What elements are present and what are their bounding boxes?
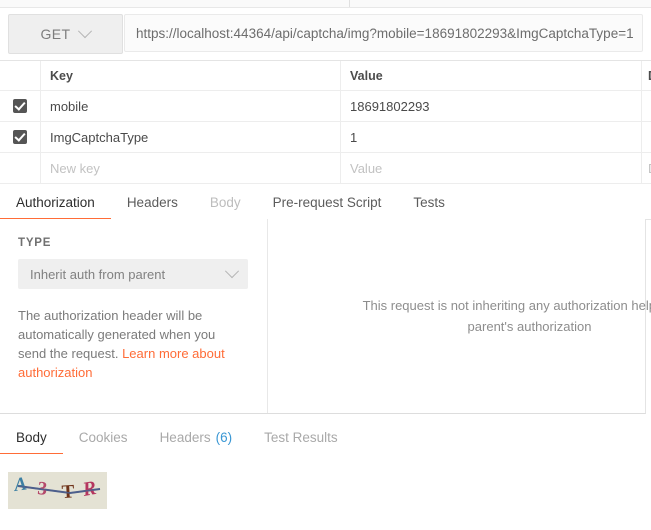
auth-type-dropdown[interactable]: Inherit auth from parent: [18, 259, 248, 289]
header-cell-description: D: [642, 61, 651, 90]
param-enabled-checkbox[interactable]: [13, 99, 27, 113]
param-enabled-checkbox[interactable]: [13, 130, 27, 144]
row-key-cell[interactable]: mobile: [41, 91, 341, 121]
tab-response-headers[interactable]: Headers (6): [144, 421, 249, 454]
auth-type-value: Inherit auth from parent: [30, 266, 166, 282]
row-description-cell[interactable]: [642, 122, 651, 152]
param-key-text: ImgCaptchaType: [50, 129, 149, 145]
auth-inherit-message: This request is not inheriting any autho…: [363, 295, 651, 337]
new-key-input[interactable]: New key: [41, 153, 341, 183]
toolbar-divider: [349, 0, 350, 7]
tab-response-body-label: Body: [16, 430, 47, 445]
auth-help-text: The authorization header will be automat…: [18, 306, 243, 382]
row-key-cell[interactable]: ImgCaptchaType: [41, 122, 341, 152]
header-label-key: Key: [50, 68, 73, 83]
http-method-dropdown[interactable]: GET: [8, 14, 123, 54]
table-row[interactable]: ImgCaptchaType 1: [0, 122, 651, 153]
query-params-table: Key Value D mobile 18691802293 ImgCaptch…: [0, 60, 651, 184]
captcha-image: A 3 T R: [8, 472, 107, 509]
tab-authorization[interactable]: Authorization: [0, 186, 111, 220]
header-label-value: Value: [350, 68, 383, 83]
row-checkbox-cell[interactable]: [0, 122, 41, 152]
row-value-cell[interactable]: 1: [341, 122, 642, 152]
row-checkbox-cell[interactable]: [0, 91, 41, 121]
auth-inherit-message-line1: This request is not inheriting any autho…: [362, 298, 651, 313]
tab-headers-label: Headers: [126, 195, 178, 210]
tab-response-headers-label: Headers: [159, 430, 211, 445]
tab-authorization-label: Authorization: [16, 195, 95, 210]
chevron-down-icon: [224, 264, 240, 279]
tab-response-cookies[interactable]: Cookies: [63, 421, 144, 454]
tab-tests[interactable]: Tests: [397, 186, 461, 219]
header-cell-value: Value: [341, 61, 642, 90]
param-value-text: 18691802293: [350, 98, 430, 114]
table-row[interactable]: mobile 18691802293: [0, 91, 651, 122]
response-body-panel: A 3 T R: [0, 454, 651, 530]
tab-response-body[interactable]: Body: [0, 421, 63, 455]
response-tabs: Body Cookies Headers (6) Test Results: [0, 421, 651, 455]
url-input[interactable]: https://localhost:44364/api/captcha/img?…: [124, 14, 643, 52]
tab-test-results[interactable]: Test Results: [248, 421, 354, 454]
response-headers-count: (6): [215, 430, 233, 445]
request-tabs: Authorization Headers Body Pre-request S…: [0, 186, 651, 220]
table-row-new[interactable]: New key Value D: [0, 153, 651, 184]
row-value-cell[interactable]: 18691802293: [341, 91, 642, 121]
header-cell-checkbox: [0, 61, 41, 90]
param-key-text: mobile: [50, 98, 89, 114]
tab-headers[interactable]: Headers: [111, 186, 194, 219]
tab-tests-label: Tests: [413, 195, 445, 210]
new-key-placeholder: New key: [50, 160, 100, 176]
table-header-row: Key Value D: [0, 61, 651, 91]
url-text: https://localhost:44364/api/captcha/img?…: [136, 25, 634, 41]
auth-type-label: TYPE: [18, 237, 52, 249]
authorization-right-panel: This request is not inheriting any autho…: [269, 219, 651, 413]
toolbar-strip: [0, 0, 651, 8]
authorization-left-panel: TYPE Inherit auth from parent The author…: [0, 219, 268, 413]
header-cell-key: Key: [41, 61, 341, 90]
request-url-bar: GET https://localhost:44364/api/captcha/…: [0, 8, 651, 56]
tab-test-results-label: Test Results: [264, 430, 338, 445]
http-method-label: GET: [40, 26, 71, 42]
tab-pre-request-script-label: Pre-request Script: [272, 195, 382, 210]
tab-body-label: Body: [209, 195, 241, 210]
svg-text:A: A: [12, 473, 28, 496]
new-value-placeholder: Value: [350, 160, 383, 176]
tab-response-cookies-label: Cookies: [78, 430, 128, 445]
auth-inherit-message-line2: parent's authorization: [467, 319, 592, 334]
chevron-down-icon: [78, 24, 93, 39]
new-description-input[interactable]: D: [642, 153, 651, 183]
param-value-text: 1: [350, 129, 358, 145]
row-description-cell[interactable]: [642, 91, 651, 121]
new-value-input[interactable]: Value: [341, 153, 642, 183]
tab-body[interactable]: Body: [194, 186, 257, 219]
row-checkbox-cell-new: [0, 153, 41, 183]
tab-pre-request-script[interactable]: Pre-request Script: [257, 186, 398, 219]
captcha-image-svg: A 3 T R: [8, 472, 107, 509]
authorization-panel: TYPE Inherit auth from parent The author…: [0, 219, 651, 414]
